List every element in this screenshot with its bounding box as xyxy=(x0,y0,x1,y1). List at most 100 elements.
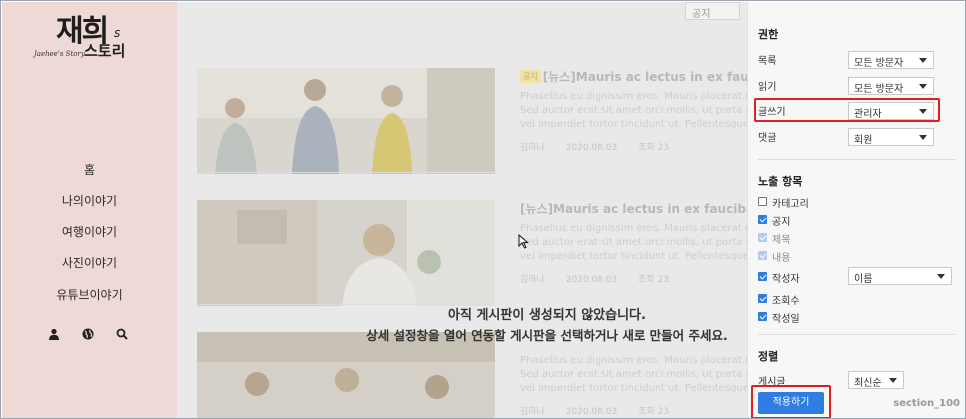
nav-item-home[interactable]: 홈 xyxy=(2,161,177,178)
post-excerpt: Phasellus eu dignissim eros. Mauris plac… xyxy=(520,90,747,132)
chevron-down-icon xyxy=(937,274,945,279)
card-divider xyxy=(197,304,495,305)
post-title-text: [뉴스]Mauris ac lectus in ex faucibus con xyxy=(520,202,747,216)
chevron-down-icon xyxy=(919,135,927,140)
board-preview: 공지 공지[뉴스]Mauris ac lectus in ex faucibus xyxy=(177,2,747,418)
excerpt-line: Sed auctor erat sit amet orci mollis, ut… xyxy=(520,237,747,248)
chevron-down-icon xyxy=(919,58,927,63)
mouse-cursor-icon xyxy=(518,234,529,249)
checkbox-category[interactable] xyxy=(758,197,767,206)
nav-item-my-story[interactable]: 나의이야기 xyxy=(2,192,177,209)
checkbox-notice[interactable] xyxy=(758,215,767,224)
excerpt-line: Sed auctor erat sit amet orci mollis, ut… xyxy=(520,369,747,380)
sort-select[interactable]: 최신순 xyxy=(848,371,904,389)
post-date: 2020.08.03 xyxy=(565,275,618,285)
section-id-label: section_100 xyxy=(893,398,960,409)
panel-divider xyxy=(758,334,956,335)
checkbox-title xyxy=(758,233,767,242)
post-views: 조회 23 xyxy=(638,407,669,417)
post-author: 김하나 xyxy=(520,275,545,285)
excerpt-line: vel imperdiet tortor tincidunt ut. Pelle… xyxy=(520,119,747,130)
post-excerpt: Phasellus eu dignissim eros. Mauris plac… xyxy=(520,354,747,396)
post-thumbnail xyxy=(197,200,495,306)
logo-sub-text: 스토리 xyxy=(84,42,126,60)
excerpt-line: Phasellus eu dignissim eros. Mauris plac… xyxy=(520,355,747,366)
chevron-down-icon xyxy=(889,378,897,383)
permission-heading: 권한 xyxy=(758,28,779,41)
post-meta: 김하나 2020.08.03 조회 23 xyxy=(520,140,687,153)
checkbox-label-content: 내용 xyxy=(772,253,791,264)
nav-item-photo[interactable]: 사진이야기 xyxy=(2,254,177,271)
logo-script-text: Jaehee's Story xyxy=(34,50,85,58)
checkbox-label-author: 작성자 xyxy=(772,274,800,285)
select-value: 모든 방문자 xyxy=(854,58,904,69)
select-value: 회원 xyxy=(854,135,873,146)
excerpt-line: Sed auctor erat sit amet orci mollis, ut… xyxy=(520,105,747,116)
permission-select-list[interactable]: 모든 방문자 xyxy=(848,51,934,69)
nav-icon-row xyxy=(42,328,142,348)
post-meta: 김하나 2020.08.03 조회 23 xyxy=(520,404,687,417)
nav-item-youtube[interactable]: 유튜브이야기 xyxy=(2,286,177,303)
panel-divider xyxy=(758,159,956,160)
select-value: 관리자 xyxy=(854,109,882,120)
post-date: 2020.08.03 xyxy=(565,143,618,153)
post-title[interactable]: [뉴스]Mauris ac lectus in ex faucibus con xyxy=(520,200,747,217)
checkbox-author[interactable] xyxy=(758,272,767,281)
permission-select-read[interactable]: 모든 방문자 xyxy=(848,77,934,95)
checkbox-content xyxy=(758,251,767,260)
post-date: 2020.08.03 xyxy=(565,407,618,417)
logo-s-text: s xyxy=(114,26,121,40)
excerpt-line: vel imperdiet tortor tincidunt ut. Pelle… xyxy=(520,383,747,394)
permission-label-read: 읽기 xyxy=(758,82,777,93)
permission-select-write[interactable]: 관리자 xyxy=(848,102,934,120)
post-card[interactable]: [뉴스]Mauris ac lectus in ex faucibus con … xyxy=(197,200,747,306)
select-value: 모든 방문자 xyxy=(854,84,904,95)
excerpt-line: vel imperdiet tortor tincidunt ut. Pelle… xyxy=(520,251,747,262)
display-heading: 노출 항목 xyxy=(758,175,803,188)
checkbox-date[interactable] xyxy=(758,312,767,321)
checkbox-label-category: 카테고리 xyxy=(772,199,809,210)
author-display-select[interactable]: 이름 xyxy=(848,267,952,285)
post-author: 김하나 xyxy=(520,143,545,153)
post-title-text: [뉴스]Mauris ac lectus in ex faucibus xyxy=(542,70,747,84)
permission-label-write: 글쓰기 xyxy=(758,107,786,118)
post-title[interactable]: 공지[뉴스]Mauris ac lectus in ex faucibus xyxy=(520,68,747,85)
category-select[interactable]: 공지 xyxy=(685,2,740,20)
checkbox-label-views: 조회수 xyxy=(772,296,800,307)
message-line-2: 상세 설정창을 열어 연동할 게시판을 선택하거나 새로 만들어 주세요. xyxy=(366,328,728,343)
post-views: 조회 23 xyxy=(638,143,669,153)
excerpt-line: Phasellus eu dignissim eros. Mauris plac… xyxy=(520,223,747,234)
select-value: 이름 xyxy=(854,274,873,285)
globe-icon[interactable] xyxy=(82,328,94,340)
post-thumbnail xyxy=(197,68,495,174)
checkbox-label-notice: 공지 xyxy=(772,217,791,228)
post-card[interactable]: 공지[뉴스]Mauris ac lectus in ex faucibus Ph… xyxy=(197,68,747,174)
select-value: 최신순 xyxy=(854,378,882,389)
permission-label-list: 목록 xyxy=(758,56,777,67)
message-line-1: 아직 게시판이 생성되지 않았습니다. xyxy=(448,308,646,323)
checkbox-label-title: 제목 xyxy=(772,235,791,246)
site-sidebar: 재희 s 스토리 Jaehee's Story 홈 나의이야기 여행이야기 사진… xyxy=(2,2,177,418)
apply-button[interactable]: 적용하기 xyxy=(758,392,824,414)
nav-item-travel[interactable]: 여행이야기 xyxy=(2,223,177,240)
permission-select-comment[interactable]: 회원 xyxy=(848,128,934,146)
notice-badge: 공지 xyxy=(520,70,541,83)
post-views: 조회 23 xyxy=(638,275,669,285)
editor-frame: 재희 s 스토리 Jaehee's Story 홈 나의이야기 여행이야기 사진… xyxy=(0,0,966,419)
chevron-down-icon xyxy=(919,109,927,114)
checkbox-label-date: 작성일 xyxy=(772,314,800,325)
excerpt-line: Phasellus eu dignissim eros. Mauris plac… xyxy=(520,91,747,102)
user-icon[interactable] xyxy=(48,328,60,340)
post-excerpt: Phasellus eu dignissim eros. Mauris plac… xyxy=(520,222,747,264)
board-not-created-message: 아직 게시판이 생성되지 않았습니다. 상세 설정창을 열어 연동할 게시판을 … xyxy=(337,306,747,346)
card-divider xyxy=(197,172,495,173)
checkbox-views[interactable] xyxy=(758,294,767,303)
post-meta: 김하나 2020.08.03 조회 23 xyxy=(520,272,687,285)
search-icon[interactable] xyxy=(116,328,128,340)
post-author: 김하나 xyxy=(520,407,545,417)
settings-panel: 권한 목록 모든 방문자 읽기 모든 방문자 글쓰기 관리자 댓글 회원 노출 … xyxy=(747,2,965,418)
sort-heading: 정렬 xyxy=(758,350,779,363)
permission-label-comment: 댓글 xyxy=(758,133,777,144)
site-logo[interactable]: 재희 s 스토리 Jaehee's Story xyxy=(32,6,152,66)
chevron-down-icon xyxy=(919,84,927,89)
